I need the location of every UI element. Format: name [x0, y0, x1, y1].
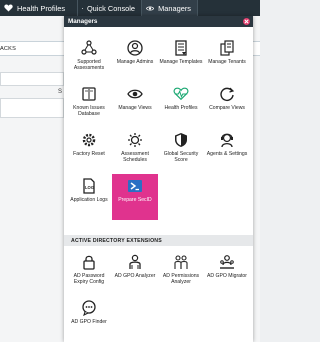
background-page-right: [252, 16, 260, 342]
tile-compare-views[interactable]: Compare Views: [204, 82, 250, 128]
tile-label: Prepare SecID: [118, 197, 152, 203]
tile-label: AD GPO Migrator: [207, 273, 247, 279]
tile-label: Factory Reset: [73, 151, 105, 157]
eye-icon: [127, 86, 143, 102]
tile-ad-gpo-migrator[interactable]: AD GPO Migrator: [204, 250, 250, 296]
tile-factory-reset[interactable]: Factory Reset: [66, 128, 112, 174]
tile-manage-tenants[interactable]: Manage Tenants: [204, 36, 250, 82]
tile-supported-assessments[interactable]: Supported Assessments: [66, 36, 112, 82]
tile-ad-password-expiry-config[interactable]: AD Password Expiry Config: [66, 250, 112, 296]
tile-label: Agents & Settings: [206, 151, 248, 157]
background-fragment: S: [58, 89, 63, 95]
svg-text:LOG: LOG: [85, 185, 94, 190]
tile-application-logs[interactable]: LOG Application Logs: [66, 174, 112, 220]
tile-ad-gpo-analyzer[interactable]: AD GPO Analyzer: [112, 250, 158, 296]
template-icon: [173, 40, 189, 56]
shield-icon: [173, 132, 189, 148]
nav-label: Managers: [158, 3, 191, 13]
tile-prepare-secid[interactable]: Prepare SecID: [112, 174, 158, 220]
top-nav-bar: Health Profiles Quick Console Managers: [0, 0, 260, 16]
heart-icon: [4, 4, 13, 12]
nav-managers[interactable]: Managers: [142, 0, 197, 16]
close-icon[interactable]: [243, 18, 250, 25]
tile-label: AD Password Expiry Config: [73, 273, 105, 285]
tile-ad-permissions-analyzer[interactable]: AD Permissions Analyzer: [158, 250, 204, 296]
nodes-icon: [81, 40, 97, 56]
schedule-icon: [127, 132, 143, 148]
powershell-icon: [127, 178, 143, 194]
tile-label: AD Permissions Analyzer: [162, 273, 200, 285]
grid-icon: [82, 7, 83, 9]
users-icon: [219, 254, 235, 270]
managers-panel: Managers Supported Assessments Manage Ad…: [64, 16, 253, 342]
gear-icon: [81, 132, 97, 148]
tile-label: Health Profiles: [164, 105, 198, 111]
tile-manage-views[interactable]: Manage Views: [112, 82, 158, 128]
tile-label: Manage Tenants: [208, 59, 246, 65]
lock-icon: [81, 254, 97, 270]
tile-manage-admins[interactable]: Manage Admins: [112, 36, 158, 82]
eye-icon: [146, 5, 155, 11]
tile-global-security-score[interactable]: Global Security Score: [158, 128, 204, 174]
tile-manage-templates[interactable]: Manage Templates: [158, 36, 204, 82]
tile-health-profiles[interactable]: Health Profiles: [158, 82, 204, 128]
book-icon: [81, 86, 97, 102]
section-header-ad-extensions: ACTIVE DIRECTORY EXTENSIONS: [64, 235, 253, 246]
tile-label: Manage Views: [118, 105, 152, 111]
logs-icon: LOG: [81, 178, 97, 194]
app-window: Health Profiles Quick Console Managers A…: [0, 0, 260, 342]
tile-label: Known Issues Database: [73, 105, 105, 117]
tile-label: Supported Assessments: [73, 59, 105, 71]
compare-icon: [219, 86, 235, 102]
person-icon: [127, 254, 143, 270]
nav-quick-console[interactable]: Quick Console: [78, 0, 141, 16]
panel-title: Managers: [68, 18, 98, 25]
tile-label: Application Logs: [70, 197, 108, 203]
tile-label: Manage Admins: [116, 59, 154, 65]
tile-label: AD GPO Analyzer: [114, 273, 156, 279]
heartbeat-icon: [173, 86, 189, 102]
tile-agents-settings[interactable]: Agents & Settings: [204, 128, 250, 174]
tile-assessment-schedules[interactable]: Assessment Schedules: [112, 128, 158, 174]
tile-label: AD GPO Finder: [71, 319, 107, 325]
background-page: ACKS S: [0, 16, 64, 342]
background-box: [0, 98, 64, 118]
background-strip: [252, 41, 260, 56]
panel-header: Managers: [64, 16, 253, 27]
tile-label: Compare Views: [209, 105, 245, 111]
divider: [197, 0, 198, 16]
tenants-icon: [219, 40, 235, 56]
nav-label: Quick Console: [86, 3, 135, 13]
people-icon: [173, 254, 189, 270]
tile-known-issues-database[interactable]: Known Issues Database: [66, 82, 112, 128]
user-icon: [127, 40, 143, 56]
nav-health-profiles[interactable]: Health Profiles: [0, 0, 77, 16]
background-input: [0, 72, 64, 86]
tile-label: Assessment Schedules: [121, 151, 149, 163]
nav-label: Health Profiles: [17, 3, 66, 13]
chat-icon: [81, 300, 97, 316]
tile-label: Manage Templates: [159, 59, 203, 65]
agent-icon: [219, 132, 235, 148]
tile-label: Global Security Score: [163, 151, 199, 163]
background-section-title: ACKS: [0, 41, 64, 56]
tile-ad-gpo-finder[interactable]: AD GPO Finder: [66, 296, 112, 342]
